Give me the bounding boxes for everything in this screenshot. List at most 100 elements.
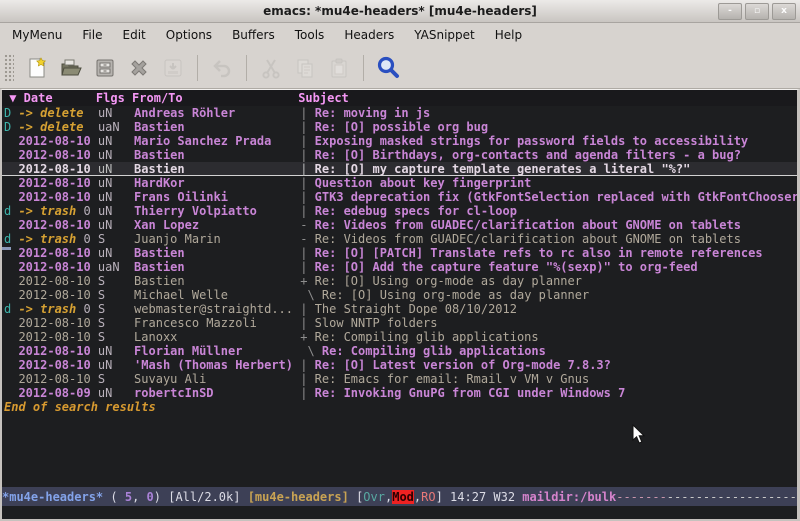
message-row[interactable]: 2012-08-10 uN Mario Sanchez Prada | Expo… xyxy=(2,134,797,148)
row-segment: | xyxy=(300,134,314,148)
message-row[interactable]: 2012-08-10 uN 'Mash (Thomas Herbert) | R… xyxy=(2,358,797,372)
row-segment: Mario Sanchez Prada xyxy=(134,134,300,148)
row-segment: Francesco Mazzoli xyxy=(134,316,300,330)
menu-item-buffers[interactable]: Buffers xyxy=(222,25,285,45)
message-row[interactable]: 2012-08-10 S Lanoxx + Re: Compiling glib… xyxy=(2,330,797,344)
row-segment: Thierry Volpiatto xyxy=(134,204,300,218)
menu-item-file[interactable]: File xyxy=(72,25,112,45)
message-row[interactable]: 2012-08-10 S Francesco Mazzoli | Slow NN… xyxy=(2,316,797,330)
row-segment: uaN xyxy=(98,260,134,274)
menu-item-mymenu[interactable]: MyMenu xyxy=(2,25,72,45)
cut-icon[interactable] xyxy=(256,53,286,83)
row-segment: End of search results xyxy=(4,400,156,414)
message-row[interactable]: 2012-08-09 uN robertcInSD | Re: Invoking… xyxy=(2,386,797,400)
row-segment: 2012-08-10 xyxy=(4,148,98,162)
row-segment: - xyxy=(300,218,314,232)
row-segment: Re: [O] Using org-mode as day planner xyxy=(322,288,589,302)
modeline-segment: [ xyxy=(349,490,363,504)
row-segment: Florian Müllner xyxy=(134,344,300,358)
row-segment: HardKor xyxy=(134,176,300,190)
row-segment: Re: [O] my capture template generates a … xyxy=(315,162,691,176)
row-segment: + xyxy=(300,274,314,288)
menu-item-edit[interactable]: Edit xyxy=(113,25,156,45)
message-row[interactable]: D -> delete uN Andreas Röhler | Re: movi… xyxy=(2,106,797,120)
message-row[interactable]: d -> trash 0 S Juanjo Marin - Re: Videos… xyxy=(2,232,797,246)
row-segment xyxy=(83,120,97,134)
message-row[interactable]: 2012-08-10 S Michael Welle \ Re: [O] Usi… xyxy=(2,288,797,302)
emacs-window: emacs: *mu4e-headers* [mu4e-headers] - ▫… xyxy=(0,0,800,521)
maximize-button[interactable]: ▫ xyxy=(745,3,769,20)
row-segment: uN xyxy=(98,358,134,372)
close-buffer-icon[interactable] xyxy=(124,53,154,83)
row-segment: Bastien xyxy=(134,246,300,260)
menu-item-help[interactable]: Help xyxy=(485,25,532,45)
row-segment: The Straight Dope 08/10/2012 xyxy=(315,302,517,316)
row-segment: uN xyxy=(98,204,134,218)
toolbar-separator xyxy=(246,55,247,81)
row-segment: Re: Invoking GnuPG from CGI under Window… xyxy=(315,386,626,400)
row-segment: Re: Videos from GUADEC/clarification abo… xyxy=(315,232,741,246)
row-segment: 2012-08-10 xyxy=(4,274,98,288)
row-segment: | xyxy=(300,190,314,204)
row-segment: Re: Compiling glib applications xyxy=(322,344,546,358)
row-segment: Re: [O] Using org-mode as day planner xyxy=(315,274,582,288)
row-segment: 2012-08-10 xyxy=(4,372,98,386)
save-as-icon[interactable] xyxy=(158,53,188,83)
row-segment: -> trash xyxy=(18,302,76,316)
row-segment: d xyxy=(4,204,18,218)
row-segment: 2012-08-10 xyxy=(4,190,98,204)
message-row[interactable]: 2012-08-10 uN Bastien | Re: [O] Birthday… xyxy=(2,148,797,162)
row-segment: D xyxy=(4,120,18,134)
message-row[interactable]: d -> trash 0 S webmaster@straightd... | … xyxy=(2,302,797,316)
close-button[interactable]: x xyxy=(772,3,796,20)
menu-item-headers[interactable]: Headers xyxy=(334,25,404,45)
message-row[interactable]: 2012-08-10 S Suvayu Ali | Re: Emacs for … xyxy=(2,372,797,386)
message-row[interactable]: 2012-08-10 uN Florian Müllner \ Re: Comp… xyxy=(2,344,797,358)
menu-item-options[interactable]: Options xyxy=(156,25,222,45)
message-row[interactable]: 2012-08-10 uN Bastien | Re: [O] my captu… xyxy=(2,162,797,176)
message-row[interactable]: d -> trash 0 uN Thierry Volpiatto | Re: … xyxy=(2,204,797,218)
undo-icon[interactable] xyxy=(207,53,237,83)
text-cursor xyxy=(2,247,11,250)
message-row[interactable]: 2012-08-10 uN Bastien | Re: [O] [PATCH] … xyxy=(2,246,797,260)
search-icon[interactable] xyxy=(373,53,403,83)
copy-icon[interactable] xyxy=(290,53,320,83)
row-segment: Bastien xyxy=(134,162,300,176)
minimize-button[interactable]: - xyxy=(718,3,742,20)
toolbar-grip[interactable] xyxy=(4,54,14,82)
modeline-segment: maildir:/bulk xyxy=(522,490,616,504)
modeline-segment: Mod xyxy=(392,490,414,504)
mode-line[interactable]: *mu4e-headers* ( 5, 0) [All/2.0k] [mu4e-… xyxy=(2,487,797,506)
row-segment: Bastien xyxy=(134,274,300,288)
new-file-icon[interactable] xyxy=(22,53,52,83)
row-segment: 2012-08-10 xyxy=(4,288,98,302)
menu-item-yasnippet[interactable]: YASnippet xyxy=(404,25,485,45)
row-segment: 2012-08-10 xyxy=(4,358,98,372)
open-folder-icon[interactable] xyxy=(56,53,86,83)
message-row[interactable]: 2012-08-10 uaN Bastien | Re: [O] Add the… xyxy=(2,260,797,274)
column-headers[interactable]: ▼ Date Flgs From/To Subject xyxy=(2,90,797,106)
row-segment: \ xyxy=(300,288,322,302)
message-row[interactable]: 2012-08-10 uN Xan Lopez - Re: Videos fro… xyxy=(2,218,797,232)
modeline-segment: 5 xyxy=(125,490,132,504)
row-segment: uN xyxy=(98,344,134,358)
message-row[interactable]: 2012-08-10 uN Frans Oilinki | GTK3 depre… xyxy=(2,190,797,204)
row-segment: | xyxy=(300,302,314,316)
minibuffer[interactable] xyxy=(2,506,797,519)
row-segment: Re: Emacs for email: Rmail v VM v Gnus xyxy=(315,372,590,386)
row-segment: uN xyxy=(98,190,134,204)
mode-line-text: *mu4e-headers* ( 5, 0) [All/2.0k] [mu4e-… xyxy=(2,490,800,504)
modeline-segment: , xyxy=(132,490,146,504)
window-controls: - ▫ x xyxy=(718,3,796,20)
row-segment: | xyxy=(300,176,314,190)
menu-item-tools[interactable]: Tools xyxy=(285,25,335,45)
row-segment: S xyxy=(98,274,134,288)
save-icon[interactable] xyxy=(90,53,120,83)
message-row[interactable]: 2012-08-10 uN HardKor | Question about k… xyxy=(2,176,797,190)
row-segment: | xyxy=(300,106,314,120)
row-segment: Re: Compiling glib applications xyxy=(315,330,539,344)
message-row[interactable]: D -> delete uaN Bastien | Re: [O] possib… xyxy=(2,120,797,134)
paste-icon[interactable] xyxy=(324,53,354,83)
message-row[interactable]: 2012-08-10 S Bastien + Re: [O] Using org… xyxy=(2,274,797,288)
row-segment: -> trash xyxy=(18,204,76,218)
